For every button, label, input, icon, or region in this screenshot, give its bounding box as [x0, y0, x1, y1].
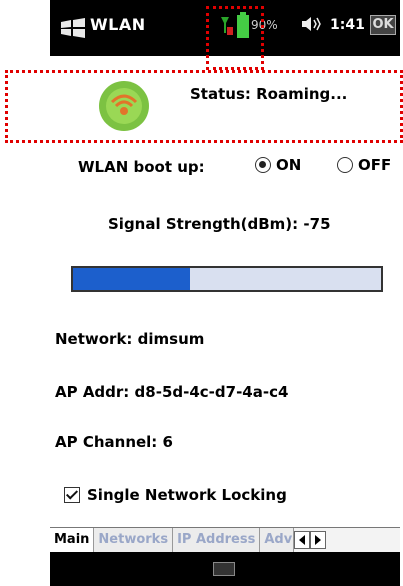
speaker-icon[interactable]: [300, 15, 322, 33]
tab-adv[interactable]: Adv: [260, 528, 295, 553]
windows-logo-icon[interactable]: [60, 18, 86, 38]
network-info: Network: dimsum: [55, 330, 204, 348]
tab-scroll-right-icon[interactable]: [310, 531, 327, 549]
tab-scroll-left-icon[interactable]: [294, 531, 311, 549]
ap-addr-value: d8-5d-4c-d7-4a-c4: [134, 383, 289, 401]
checkbox-label[interactable]: Single Network Locking: [87, 486, 287, 504]
callout-status-row: [5, 70, 403, 143]
radio-off-indicator[interactable]: [337, 157, 353, 173]
clock: 1:41: [330, 17, 365, 33]
signal-progress-fill: [73, 268, 191, 290]
tab-main[interactable]: Main: [50, 528, 95, 553]
ap-channel-value: 6: [162, 433, 173, 451]
ap-addr-label: AP Addr:: [55, 383, 130, 401]
tab-bar: Main Networks IP Address Adv: [50, 527, 400, 553]
ap-addr-info: AP Addr: d8-5d-4c-d7-4a-c4: [55, 383, 288, 401]
signal-progress-bar: [71, 266, 383, 292]
network-label: Network:: [55, 330, 133, 348]
ap-channel-info: AP Channel: 6: [55, 433, 173, 451]
app-title: WLAN: [90, 15, 146, 34]
tab-networks[interactable]: Networks: [94, 528, 174, 553]
radio-off-label[interactable]: OFF: [358, 156, 391, 174]
close-icon[interactable]: OK: [370, 15, 396, 35]
boot-on-radio[interactable]: ON: [255, 156, 301, 174]
tab-ip-address[interactable]: IP Address: [173, 528, 261, 553]
callout-status-icons: [206, 6, 264, 70]
checkbox-box[interactable]: [64, 487, 80, 503]
radio-on-label[interactable]: ON: [276, 156, 301, 174]
boot-label: WLAN boot up:: [78, 158, 205, 176]
bottom-bar: [50, 552, 400, 586]
signal-strength-value: -75: [303, 215, 331, 233]
keyboard-icon[interactable]: [213, 562, 235, 576]
radio-on-indicator[interactable]: [255, 157, 271, 173]
signal-strength: Signal Strength(dBm): -75: [108, 215, 331, 233]
network-value: dimsum: [137, 330, 205, 348]
single-network-locking-checkbox[interactable]: Single Network Locking: [64, 486, 287, 504]
signal-strength-label: Signal Strength(dBm):: [108, 215, 299, 233]
boot-off-radio[interactable]: OFF: [337, 156, 391, 174]
ap-channel-label: AP Channel:: [55, 433, 158, 451]
